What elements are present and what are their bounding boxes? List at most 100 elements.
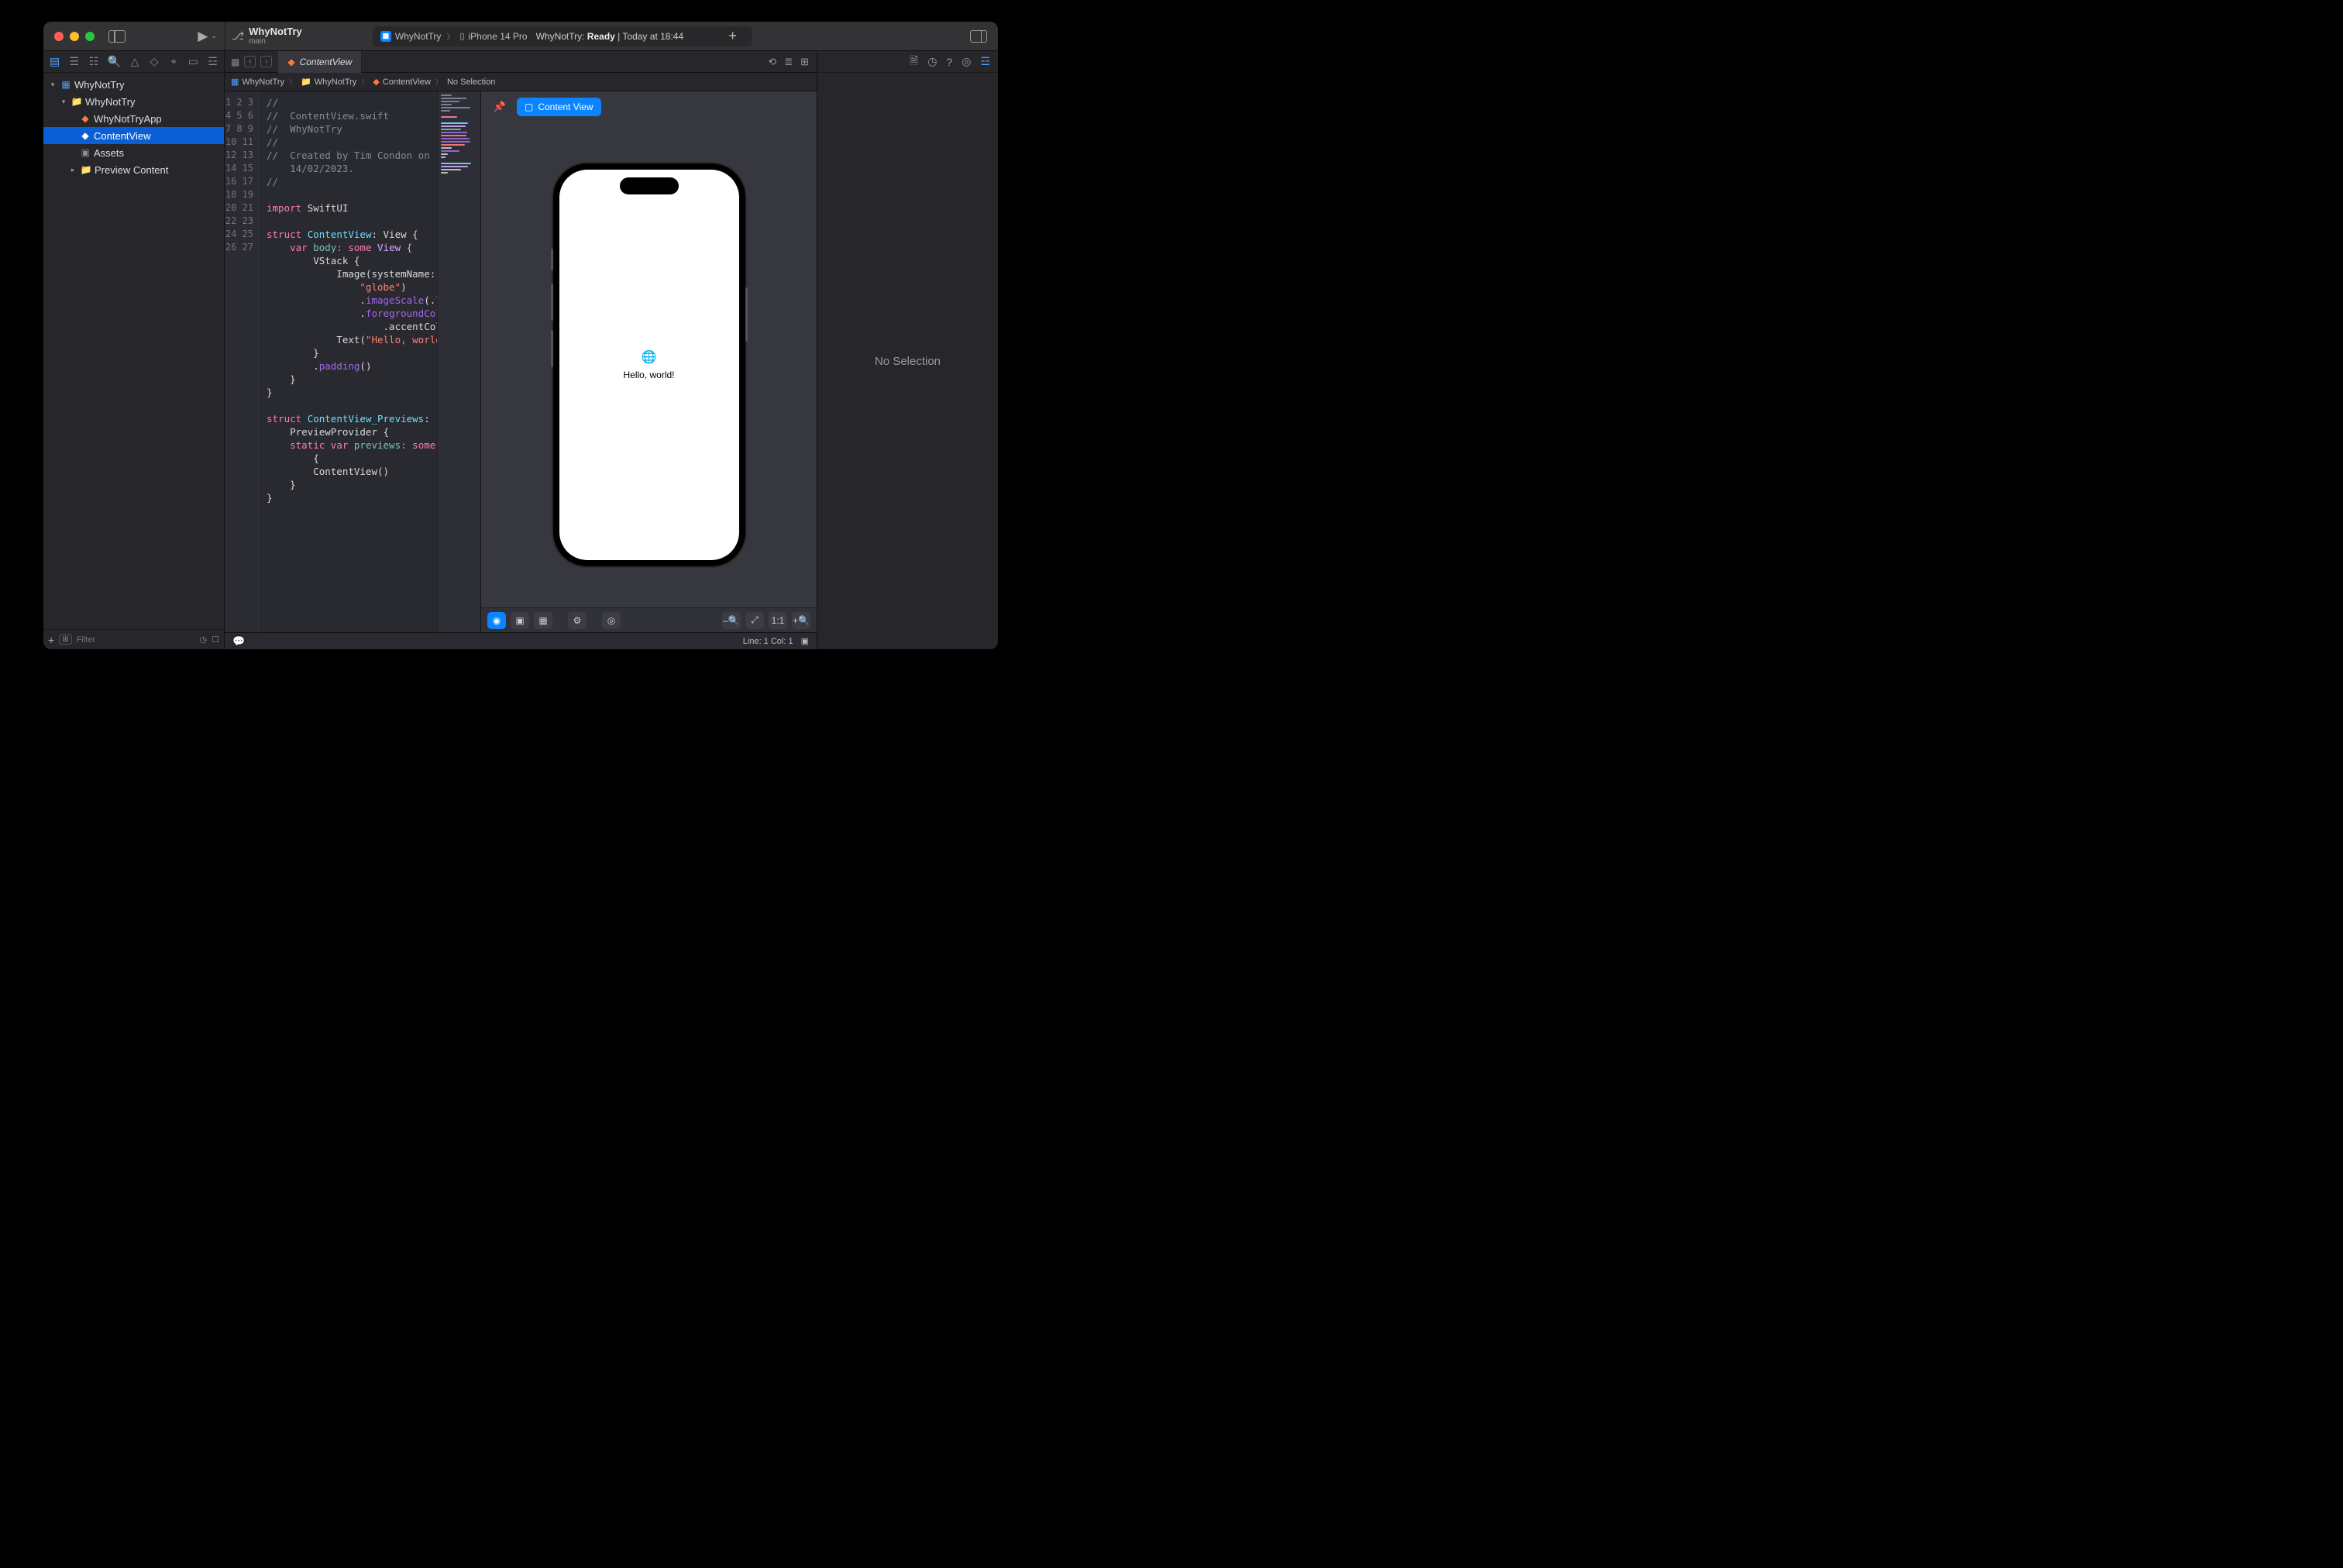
branch-name: main [249, 37, 302, 46]
issue-navigator-tab[interactable]: △ [129, 55, 139, 68]
minimap[interactable] [437, 91, 480, 632]
run-target-app: WhyNotTry [395, 31, 442, 42]
scheme-selector[interactable]: ⎇ WhyNotTry main [225, 22, 308, 51]
find-navigator-tab[interactable]: 🔍 [108, 55, 120, 68]
tree-row-group[interactable]: ▾ 📁 WhyNotTry [43, 93, 224, 110]
chat-icon[interactable]: 💬 [232, 635, 245, 648]
cursor-position: Line: 1 Col: 1 [743, 637, 793, 646]
disclosure-triangle-icon[interactable]: ▾ [59, 98, 68, 106]
project-navigator-tab[interactable]: ▤ [50, 55, 60, 68]
file-inspector-tab[interactable]: 🗎 [910, 53, 918, 71]
zoom-window-button[interactable] [85, 32, 95, 41]
test-navigator-tab[interactable]: ◇ [150, 55, 160, 68]
tab-label: ContentView [300, 57, 353, 67]
report-navigator-tab[interactable]: ☲ [208, 55, 218, 68]
live-preview-button[interactable]: ◉ [487, 612, 506, 629]
breakpoint-navigator-tab[interactable]: ▭ [188, 55, 198, 68]
jump-segment[interactable]: WhyNotTry [315, 77, 357, 87]
source-editor[interactable]: 1 2 3 4 5 6 7 8 9 10 11 12 13 14 15 16 1… [225, 91, 480, 632]
tree-row-file-selected[interactable]: ◆ ContentView [43, 127, 224, 144]
add-file-button[interactable]: + [48, 634, 54, 646]
preview-name: Content View [538, 101, 593, 112]
swift-file-icon: ◆ [287, 57, 294, 67]
chevron-down-icon: ⌄ [211, 32, 217, 40]
toggle-navigator-button[interactable] [108, 30, 126, 43]
editor-options-button[interactable]: ≣ [784, 56, 793, 68]
device-screen: 🌐 Hello, world! [559, 170, 739, 560]
titlebar-right [817, 30, 998, 43]
add-editor-button[interactable]: ⊞ [800, 56, 809, 68]
zoom-out-button[interactable]: –🔍 [722, 612, 741, 629]
jump-segment[interactable]: ContentView [383, 77, 431, 87]
pin-preview-button[interactable]: 📌 [490, 98, 509, 116]
source-control-navigator-tab[interactable]: ☰ [69, 55, 79, 68]
jump-bar[interactable]: ▦ WhyNotTry 〉 📁 WhyNotTry 〉 ◆ ContentVie… [225, 73, 817, 91]
attributes-inspector-tab[interactable]: ☲ [980, 55, 990, 68]
activity-view[interactable]: ▦ WhyNotTry 〉 ▯ iPhone 14 Pro WhyNotTry:… [373, 26, 752, 46]
editor-tab[interactable]: ◆ ContentView [278, 51, 362, 73]
run-button[interactable]: ▶ ⌄ [198, 29, 217, 44]
debug-navigator-tab[interactable]: ⌖ [169, 55, 179, 68]
nav-back-button[interactable]: ‹ [244, 56, 256, 67]
run-target-device: iPhone 14 Pro [469, 31, 528, 42]
tree-label: Preview Content [95, 164, 168, 176]
tree-row-project[interactable]: ▾ ▦ WhyNotTry [43, 76, 224, 93]
editor-split: 1 2 3 4 5 6 7 8 9 10 11 12 13 14 15 16 1… [225, 91, 817, 632]
folder-icon: 📁 [80, 164, 92, 175]
titlebar: ▶ ⌄ ⎇ WhyNotTry main ▦ WhyNotTry 〉 ▯ iPh… [43, 22, 998, 51]
navigator-filter-input[interactable] [77, 635, 195, 645]
minimize-window-button[interactable] [70, 32, 79, 41]
project-icon: ▦ [60, 79, 72, 90]
folder-icon: 📁 [301, 77, 311, 87]
disclosure-triangle-icon[interactable]: ▸ [68, 166, 77, 174]
add-target-button[interactable]: + [728, 28, 737, 44]
tree-row-group[interactable]: ▸ 📁 Preview Content [43, 161, 224, 178]
swift-file-icon: ◆ [79, 113, 91, 124]
close-window-button[interactable] [54, 32, 64, 41]
canvas-toggle-icon[interactable]: ▣ [801, 636, 809, 646]
preview-selector[interactable]: ▢ Content View [517, 98, 601, 116]
build-status: WhyNotTry: Ready | Today at 18:44 [536, 31, 684, 42]
recent-filter-button[interactable]: ◷ [200, 634, 208, 645]
chevron-right-icon: 〉 [361, 77, 368, 87]
filter-scope-button[interactable]: ⊞ [59, 634, 71, 645]
help-inspector-tab[interactable]: ? [946, 56, 952, 68]
tree-row-file[interactable]: ◆ WhyNotTryApp [43, 110, 224, 127]
history-inspector-tab[interactable]: ◷ [927, 55, 937, 68]
preview-options-button[interactable]: ◎ [602, 612, 621, 629]
selectable-preview-button[interactable]: ▣ [511, 612, 529, 629]
preview-text: Hello, world! [623, 370, 674, 380]
disclosure-triangle-icon[interactable]: ▾ [48, 81, 57, 89]
zoom-in-button[interactable]: +🔍 [792, 612, 810, 629]
scm-filter-button[interactable]: ☐ [212, 634, 219, 645]
project-icon: ▦ [231, 77, 239, 87]
variants-button[interactable]: ▦ [534, 612, 552, 629]
chevron-right-icon: 〉 [289, 77, 296, 87]
zoom-fit-button[interactable]: ⤢ [745, 612, 764, 629]
scheme-name: WhyNotTry [249, 26, 302, 37]
code-content[interactable]: // // ContentView.swift // WhyNotTry // … [259, 91, 437, 632]
tree-row-assets[interactable]: ▣ Assets [43, 144, 224, 161]
assets-icon: ▣ [79, 147, 91, 158]
globe-icon: 🌐 [642, 349, 657, 365]
window-controls [54, 32, 95, 41]
main-body: ▤ ☰ ☷ 🔍 △ ◇ ⌖ ▭ ☲ ▾ ▦ WhyNotTry ▾ 📁 [43, 51, 998, 649]
tree-label: ContentView [94, 130, 150, 142]
nav-forward-button[interactable]: › [260, 56, 272, 67]
tree-label: WhyNotTry [85, 96, 136, 108]
navigator: ▤ ☰ ☷ 🔍 △ ◇ ⌖ ▭ ☲ ▾ ▦ WhyNotTry ▾ 📁 [43, 51, 225, 649]
chevron-right-icon: 〉 [435, 77, 442, 87]
canvas-body[interactable]: 🌐 Hello, world! [481, 122, 817, 607]
symbol-navigator-tab[interactable]: ☷ [88, 55, 98, 68]
accessibility-inspector-tab[interactable]: ◎ [962, 55, 971, 68]
refresh-preview-button[interactable]: ⟲ [768, 56, 776, 68]
related-items-button[interactable]: ▦ [231, 57, 239, 67]
preview-canvas: 📌 ▢ Content View [480, 91, 817, 632]
zoom-actual-button[interactable]: 1:1 [769, 612, 787, 629]
project-tree: ▾ ▦ WhyNotTry ▾ 📁 WhyNotTry ◆ WhyNotTryA… [43, 73, 224, 629]
toggle-inspector-button[interactable] [970, 30, 987, 43]
swift-file-icon: ◆ [373, 77, 379, 87]
jump-segment[interactable]: No Selection [447, 77, 495, 87]
jump-segment[interactable]: WhyNotTry [242, 77, 284, 87]
device-settings-button[interactable]: ⚙ [568, 612, 587, 629]
